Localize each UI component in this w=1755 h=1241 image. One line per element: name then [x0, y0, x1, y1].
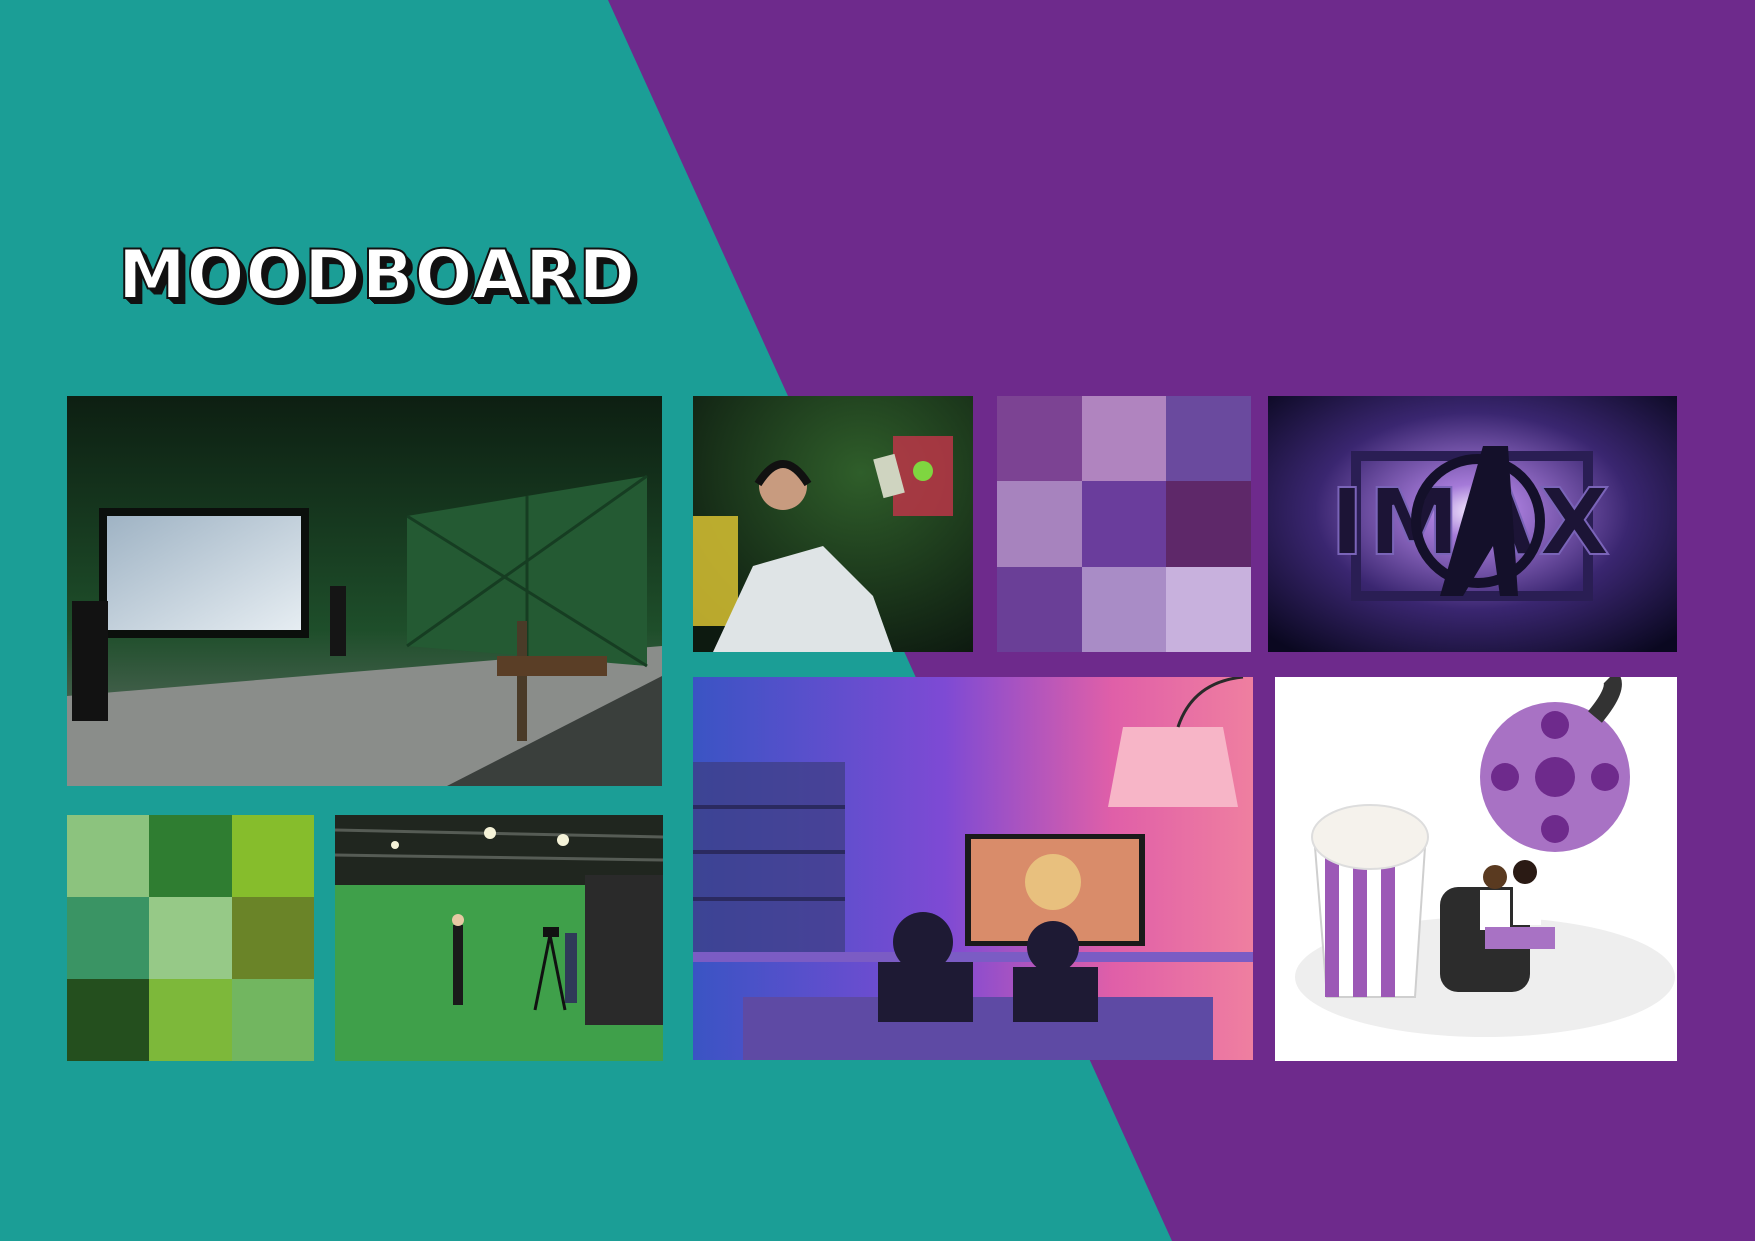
purple-swatch — [1081, 396, 1167, 482]
purple-swatch — [1081, 481, 1167, 567]
purple-swatch — [997, 396, 1082, 482]
green-color-palette — [67, 815, 314, 1061]
purple-swatch — [1166, 481, 1251, 567]
purple-swatch — [997, 481, 1082, 567]
page-title: MOODBOARD — [117, 235, 636, 316]
green-swatch — [67, 897, 150, 979]
green-swatch — [231, 897, 314, 979]
imax-avengers-image: IMAX — [1268, 396, 1677, 652]
green-swatch — [67, 815, 150, 897]
green-swatch — [149, 979, 232, 1061]
green-swatch — [149, 897, 232, 979]
green-swatch — [231, 979, 314, 1061]
green-screen-studio-photo — [335, 815, 663, 1061]
home-theater-photo — [67, 396, 662, 786]
living-room-tv-photo — [693, 677, 1253, 1060]
gamer-photo — [693, 396, 973, 652]
green-swatch — [231, 815, 314, 897]
purple-swatch — [1166, 396, 1251, 482]
purple-swatch — [1081, 566, 1167, 652]
movie-night-illustration — [1275, 677, 1677, 1061]
purple-swatch — [997, 566, 1082, 652]
green-swatch — [67, 979, 150, 1061]
purple-swatch — [1166, 566, 1251, 652]
purple-color-palette — [997, 396, 1251, 652]
green-swatch — [149, 815, 232, 897]
